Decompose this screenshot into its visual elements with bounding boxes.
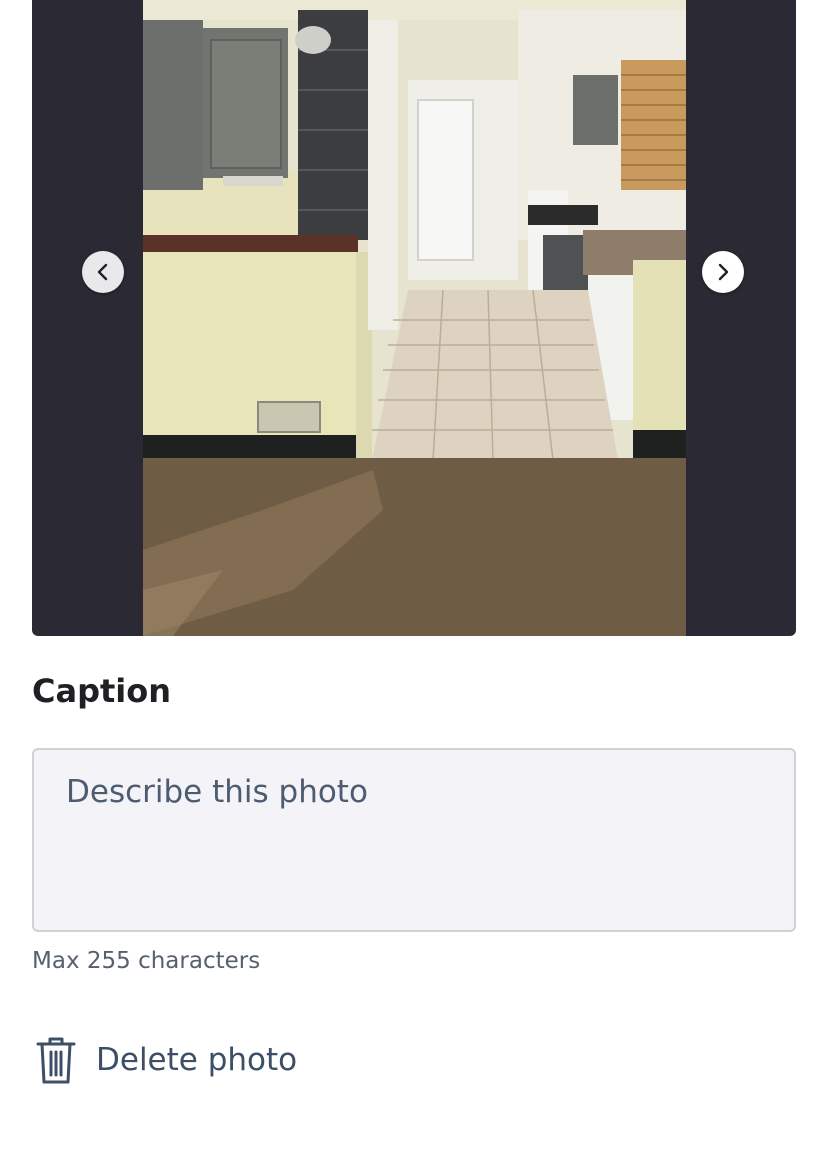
caption-heading: Caption <box>32 672 172 710</box>
trash-icon <box>36 1037 76 1084</box>
caption-textarea[interactable] <box>32 748 796 932</box>
next-photo-button[interactable] <box>702 251 744 293</box>
delete-photo-button[interactable]: Delete photo <box>32 1032 297 1088</box>
caption-character-limit-hint: Max 255 characters <box>32 948 261 974</box>
delete-photo-label: Delete photo <box>96 1042 298 1078</box>
photo-viewer <box>32 0 796 636</box>
listing-photo <box>143 0 686 636</box>
previous-photo-button[interactable] <box>82 251 124 293</box>
chevron-right-icon <box>718 263 729 281</box>
chevron-left-icon <box>97 263 108 281</box>
